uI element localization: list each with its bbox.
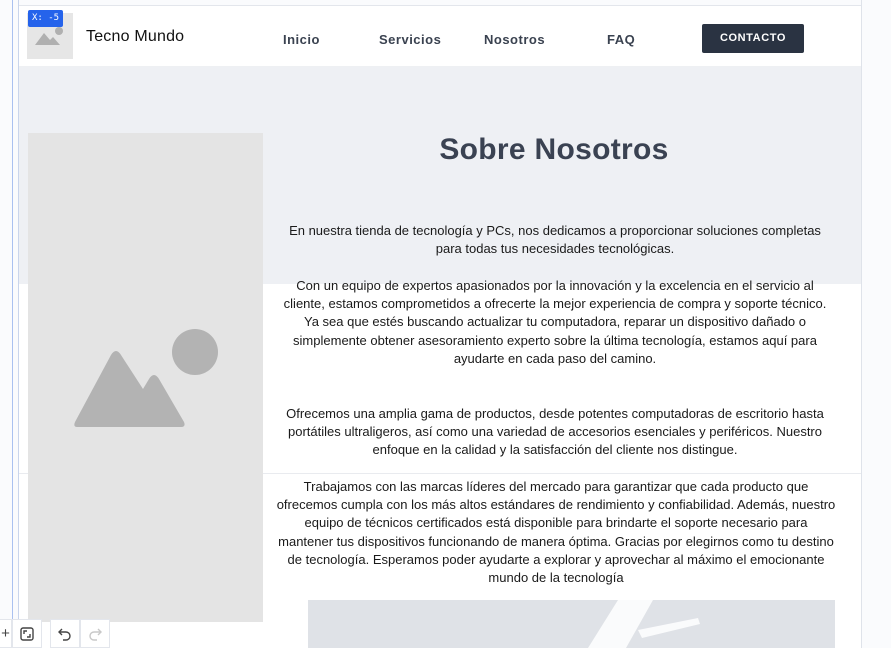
about-image-placeholder[interactable] [28, 133, 263, 622]
nav-faq[interactable]: FAQ [607, 32, 635, 47]
plus-icon[interactable]: + [0, 619, 12, 648]
page-title: Sobre Nosotros [439, 133, 669, 166]
about-paragraph-2: Con un equipo de expertos apasionados po… [283, 278, 827, 366]
undo-icon[interactable] [50, 619, 80, 648]
contact-button[interactable]: CONTACTO [702, 24, 804, 53]
coordinate-badge: X: -5 [28, 10, 64, 27]
nav-inicio[interactable]: Inicio [283, 32, 320, 47]
image-placeholder-icon [35, 27, 63, 45]
brand-name[interactable]: Tecno Mundo [86, 28, 184, 46]
alignment-guide [12, 0, 13, 648]
canvas-left-gutter [0, 0, 19, 648]
bottom-image-placeholder[interactable] [308, 600, 835, 648]
nav-servicios[interactable]: Servicios [379, 32, 441, 47]
about-paragraph-4: Trabajamos con las marcas líderes del me… [276, 479, 836, 586]
about-paragraph-1: En nuestra tienda de tecnología y PCs, n… [289, 223, 821, 257]
site-header: X: -5 Tecno Mundo Inicio Servicios Nosot… [19, 6, 861, 67]
image-placeholder-icon [74, 329, 218, 427]
fit-screen-icon[interactable] [12, 619, 42, 648]
redo-icon[interactable] [80, 619, 110, 648]
image-placeholder-icon [588, 600, 700, 648]
nav-nosotros[interactable]: Nosotros [484, 32, 545, 47]
about-paragraph-3: Ofrecemos una amplia gama de productos, … [286, 406, 824, 458]
canvas-right-gutter [861, 0, 891, 648]
editor-toolbar: + [0, 619, 110, 648]
